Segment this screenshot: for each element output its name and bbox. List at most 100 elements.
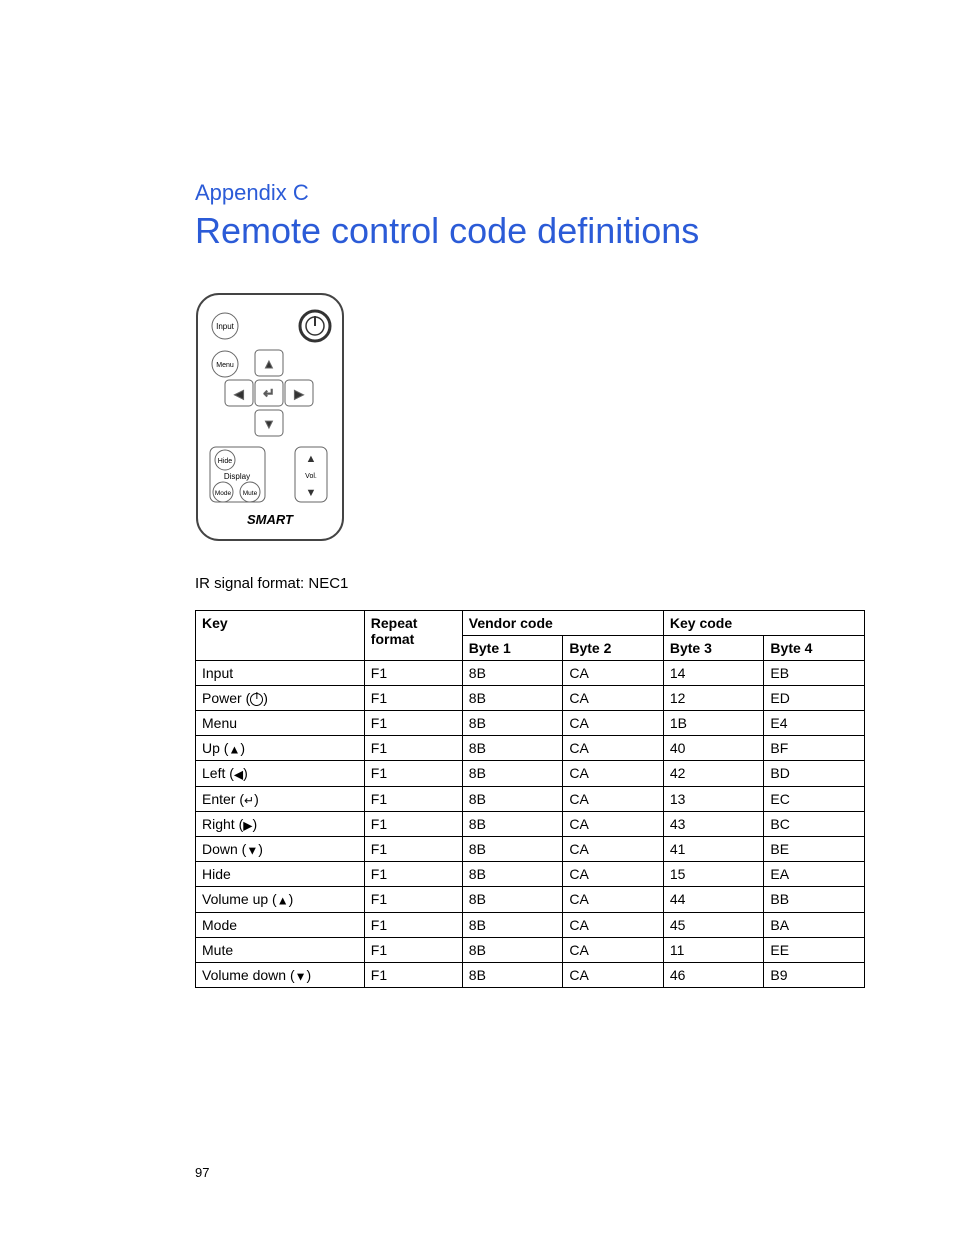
key-name: Input [202, 665, 233, 681]
remote-mode-label: Mode [215, 490, 232, 497]
svg-text:▼: ▼ [306, 487, 317, 499]
cell-b3: 41 [663, 837, 764, 862]
cell-repeat: F1 [364, 811, 462, 836]
table-row: Volume up (▲)F18BCA44BB [196, 887, 865, 912]
table-row: Volume down (▼)F18BCA46B9 [196, 962, 865, 987]
cell-b1: 8B [462, 686, 563, 711]
table-row: Down (▼)F18BCA41BE [196, 837, 865, 862]
table-row: ModeF18BCA45BA [196, 912, 865, 937]
cell-key: Volume up (▲) [196, 887, 365, 912]
cell-key: Left (◀) [196, 761, 365, 786]
cell-b1: 8B [462, 862, 563, 887]
key-name: Mute [202, 942, 233, 958]
cell-b3: 42 [663, 761, 764, 786]
th-vendor: Vendor code [462, 611, 663, 636]
key-name: Volume up [202, 891, 268, 907]
cell-b2: CA [563, 711, 664, 736]
svg-text:▼: ▼ [263, 417, 275, 431]
cell-key: Enter (↵) [196, 786, 365, 811]
cell-b2: CA [563, 912, 664, 937]
cell-b1: 8B [462, 661, 563, 686]
arrow-icon: ▼ [246, 843, 258, 857]
key-name: Mode [202, 917, 237, 933]
th-byte4: Byte 4 [764, 636, 865, 661]
th-byte2: Byte 2 [563, 636, 664, 661]
cell-repeat: F1 [364, 661, 462, 686]
key-name: Enter [202, 791, 235, 807]
cell-key: Menu [196, 711, 365, 736]
cell-b3: 13 [663, 786, 764, 811]
cell-b2: CA [563, 661, 664, 686]
cell-b4: BC [764, 811, 865, 836]
page-title: Remote control code definitions [195, 210, 884, 252]
remote-mute-label: Mute [243, 490, 258, 497]
cell-b4: B9 [764, 962, 865, 987]
cell-key: Mute [196, 937, 365, 962]
cell-b4: EE [764, 937, 865, 962]
cell-b4: BF [764, 736, 865, 761]
cell-repeat: F1 [364, 912, 462, 937]
cell-b2: CA [563, 937, 664, 962]
cell-b3: 46 [663, 962, 764, 987]
cell-b3: 43 [663, 811, 764, 836]
key-name: Menu [202, 715, 237, 731]
th-keycode: Key code [663, 611, 864, 636]
cell-b2: CA [563, 862, 664, 887]
cell-key: Volume down (▼) [196, 962, 365, 987]
cell-b3: 44 [663, 887, 764, 912]
cell-b2: CA [563, 736, 664, 761]
cell-b3: 14 [663, 661, 764, 686]
cell-b3: 1B [663, 711, 764, 736]
cell-b1: 8B [462, 761, 563, 786]
cell-b3: 12 [663, 686, 764, 711]
cell-key: Right (▶) [196, 811, 365, 836]
table-row: Input F18BCA14EB [196, 661, 865, 686]
th-byte3: Byte 3 [663, 636, 764, 661]
key-name: Right [202, 816, 235, 832]
remote-hide-label: Hide [218, 458, 233, 465]
cell-b4: EA [764, 862, 865, 887]
cell-repeat: F1 [364, 761, 462, 786]
cell-b4: EB [764, 661, 865, 686]
cell-repeat: F1 [364, 837, 462, 862]
cell-b4: ED [764, 686, 865, 711]
remote-brand-label: SMART [247, 512, 294, 527]
table-row: Up (▲)F18BCA40BF [196, 736, 865, 761]
svg-text:◀: ◀ [234, 387, 244, 401]
cell-b2: CA [563, 811, 664, 836]
arrow-icon: ▲ [277, 894, 289, 908]
cell-repeat: F1 [364, 937, 462, 962]
key-name: Power [202, 690, 242, 706]
svg-text:▶: ▶ [294, 387, 304, 401]
cell-key: Up (▲) [196, 736, 365, 761]
cell-b2: CA [563, 837, 664, 862]
cell-repeat: F1 [364, 962, 462, 987]
cell-b1: 8B [462, 887, 563, 912]
th-key: Key [196, 611, 365, 661]
cell-b4: E4 [764, 711, 865, 736]
appendix-label: Appendix C [195, 180, 884, 206]
table-row: Power ()F18BCA12ED [196, 686, 865, 711]
key-name: Up [202, 740, 220, 756]
cell-b1: 8B [462, 786, 563, 811]
key-name: Hide [202, 866, 231, 882]
page-number: 97 [195, 1165, 209, 1180]
cell-b4: BB [764, 887, 865, 912]
cell-b4: BD [764, 761, 865, 786]
cell-b1: 8B [462, 736, 563, 761]
cell-repeat: F1 [364, 862, 462, 887]
cell-b1: 8B [462, 937, 563, 962]
cell-b2: CA [563, 962, 664, 987]
cell-b3: 15 [663, 862, 764, 887]
arrow-icon: ↵ [244, 793, 254, 807]
arrow-icon: ▲ [228, 742, 240, 756]
cell-key: Power () [196, 686, 365, 711]
table-row: Enter (↵)F18BCA13EC [196, 786, 865, 811]
cell-b2: CA [563, 887, 664, 912]
cell-b1: 8B [462, 912, 563, 937]
key-name: Left [202, 765, 225, 781]
cell-key: Input [196, 661, 365, 686]
key-name: Volume down [202, 967, 286, 983]
cell-b2: CA [563, 686, 664, 711]
cell-b2: CA [563, 786, 664, 811]
